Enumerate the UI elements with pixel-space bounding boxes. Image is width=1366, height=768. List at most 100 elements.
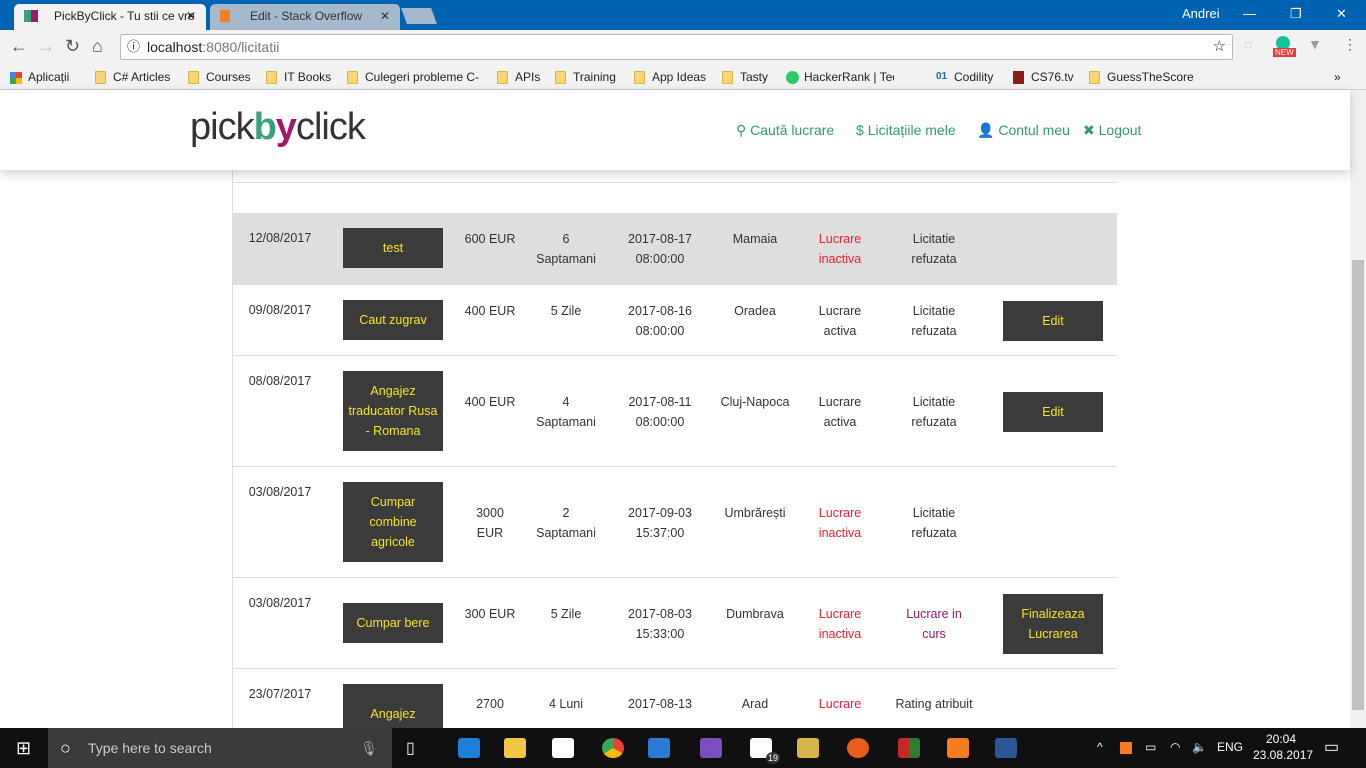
bookmark-folder[interactable]: Courses <box>188 68 251 86</box>
bookmark-folder[interactable]: Training <box>555 68 616 86</box>
home-icon[interactable]: ⌂ <box>92 36 103 57</box>
forward-icon[interactable]: → <box>37 36 55 57</box>
bookmark-folder[interactable]: GuessTheScore <box>1089 68 1194 86</box>
battery-icon[interactable]: ▭ <box>1145 740 1156 754</box>
nav-my-account[interactable]: 👤 Contul meu <box>977 122 1070 139</box>
minimize-icon[interactable]: — <box>1243 6 1256 21</box>
close-tab-icon[interactable]: ✕ <box>186 4 196 28</box>
bookmark-folder[interactable]: Culegeri probleme C- <box>347 68 479 86</box>
job-title-button[interactable]: test <box>343 228 443 268</box>
job-deadline: 2017-08-03 15:33:00 <box>628 606 692 641</box>
menu-icon[interactable]: ⋮ <box>1343 36 1357 53</box>
language-indicator[interactable]: ENG <box>1217 740 1243 754</box>
reload-icon[interactable]: ↻ <box>65 36 80 57</box>
vue-extension-icon[interactable]: ▼ <box>1308 36 1322 52</box>
xampp-icon[interactable] <box>947 738 969 758</box>
cortana-icon: ○ <box>60 738 71 758</box>
bid-status: Licitatie refuzata <box>911 505 957 540</box>
job-status: Lucrare inactiva <box>818 505 862 540</box>
job-title-button[interactable]: Cumpar combine agricole <box>343 482 443 562</box>
bookmark-folder[interactable]: Tasty <box>722 68 768 86</box>
bookmark-folder[interactable]: C# Articles <box>95 68 170 86</box>
mail-icon[interactable]: 19 <box>750 738 780 764</box>
clock-date[interactable]: 23.08.2017 <box>1253 748 1313 762</box>
task-view-icon[interactable]: ▯ <box>406 738 415 758</box>
folder-icon <box>1089 71 1100 84</box>
chrome-icon[interactable] <box>602 738 624 758</box>
logo[interactable]: pickbyclick <box>190 106 366 149</box>
bid-duration: 2 Saptamani <box>536 505 596 540</box>
word-icon[interactable] <box>995 738 1017 758</box>
clock-time[interactable]: 20:04 <box>1266 732 1296 746</box>
scrollbar[interactable] <box>1350 90 1366 728</box>
app-icon[interactable] <box>898 738 920 758</box>
job-deadline: 2017-08-13 <box>628 697 692 711</box>
star-icon[interactable]: ☆ <box>1213 35 1226 59</box>
stackoverflow-icon <box>220 10 230 22</box>
visual-studio-icon[interactable] <box>700 738 722 758</box>
job-location: Cluj-Napoca <box>720 394 790 409</box>
bid-date: 23/07/2017 <box>248 687 312 701</box>
job-location: Umbrărești <box>724 505 786 520</box>
bookmarks-bar: Aplicații C# Articles Courses IT Books C… <box>0 64 1366 90</box>
job-location: Oradea <box>734 303 776 318</box>
bookmark-folder[interactable]: APIs <box>497 68 540 86</box>
bookmark-folder[interactable]: IT Books <box>266 68 331 86</box>
scrollbar-thumb[interactable] <box>1352 260 1364 710</box>
grammarly-icon[interactable]: NEW <box>1273 36 1296 57</box>
notifications-icon[interactable]: ▭ <box>1324 737 1339 757</box>
bid-price: 3000 EUR <box>476 505 504 540</box>
nav-search-jobs[interactable]: ⚲ Caută lucrare <box>736 122 834 139</box>
db-tool-icon[interactable] <box>797 738 819 758</box>
job-title-button[interactable]: Angajez traducator Rusa - Romana <box>343 371 443 451</box>
show-hidden-icons[interactable]: ^ <box>1097 740 1103 754</box>
job-title-button[interactable]: Caut zugrav <box>343 300 443 340</box>
action-button[interactable]: Finalizeaza Lucrarea <box>1003 593 1103 654</box>
back-icon[interactable]: ← <box>10 36 28 57</box>
xampp-tray-icon[interactable] <box>1120 742 1132 754</box>
action-button[interactable]: Edit <box>1003 300 1103 341</box>
more-bookmarks-icon[interactable]: » <box>1334 68 1341 86</box>
edge-icon[interactable] <box>458 738 480 758</box>
bookmark-cs76[interactable]: CS76.tv <box>1013 68 1074 86</box>
tab-title: PickByClick - Tu stii ce vre <box>54 9 195 23</box>
job-status: Lucrare inactiva <box>818 232 862 266</box>
store-icon[interactable] <box>552 738 574 758</box>
close-tab-icon[interactable]: ✕ <box>380 4 390 28</box>
vscode-icon[interactable] <box>648 738 670 758</box>
new-tab-button[interactable] <box>401 8 437 24</box>
bid-price: 400 EUR <box>464 394 516 409</box>
tab-pickbyclick[interactable]: PickByClick - Tu stii ce vre ✕ <box>14 4 206 30</box>
bookmark-codility[interactable]: 01 Codility <box>936 68 993 86</box>
close-window-icon[interactable]: ✕ <box>1336 6 1347 22</box>
job-title-button[interactable]: Cumpar bere <box>343 603 443 643</box>
job-title-button[interactable]: Angajez programator <box>343 684 443 728</box>
postman-icon[interactable] <box>847 738 869 758</box>
bid-date: 03/08/2017 <box>248 485 312 499</box>
mail-count-badge: 19 <box>765 752 780 764</box>
folder-icon <box>634 71 645 84</box>
action-button[interactable]: Edit <box>1003 391 1103 432</box>
job-deadline: 2017-09-03 15:37:00 <box>628 505 692 540</box>
profile-name[interactable]: Andrei <box>1182 6 1220 21</box>
windows-start-icon[interactable]: ⊞ <box>16 738 31 759</box>
extension-icon[interactable]: ◌ <box>1244 36 1252 52</box>
address-bar[interactable]: ⓘ localhost:8080/licitatii ☆ <box>120 34 1233 60</box>
nav-logout[interactable]: ✖ Logout <box>1083 122 1141 139</box>
job-deadline: 2017-08-17 08:00:00 <box>628 232 692 266</box>
restore-icon[interactable]: ❐ <box>1290 6 1302 22</box>
bookmark-folder[interactable]: App Ideas <box>634 68 706 86</box>
wifi-icon[interactable]: ◠ <box>1170 740 1180 754</box>
nav-my-bids[interactable]: $ Licitațiile mele <box>856 122 956 138</box>
job-location: Mamaia <box>732 232 778 246</box>
tab-stackoverflow[interactable]: Edit - Stack Overflow ✕ <box>210 4 400 30</box>
bids-table: 12/08/2017 test 600 EUR 6 Saptamani 2017-08-… <box>232 170 1117 728</box>
bookmark-hackerrank[interactable]: HackerRank | Technic <box>786 68 894 86</box>
file-explorer-icon[interactable] <box>504 738 526 758</box>
search-icon: ⚲ <box>736 122 747 138</box>
dollar-icon: $ <box>856 122 864 138</box>
folder-icon <box>347 71 358 84</box>
taskbar-search[interactable]: ○ Type here to search 🎙 <box>48 728 392 768</box>
volume-icon[interactable]: 🔈 <box>1192 740 1207 754</box>
bookmark-apps[interactable]: Aplicații <box>10 68 69 86</box>
